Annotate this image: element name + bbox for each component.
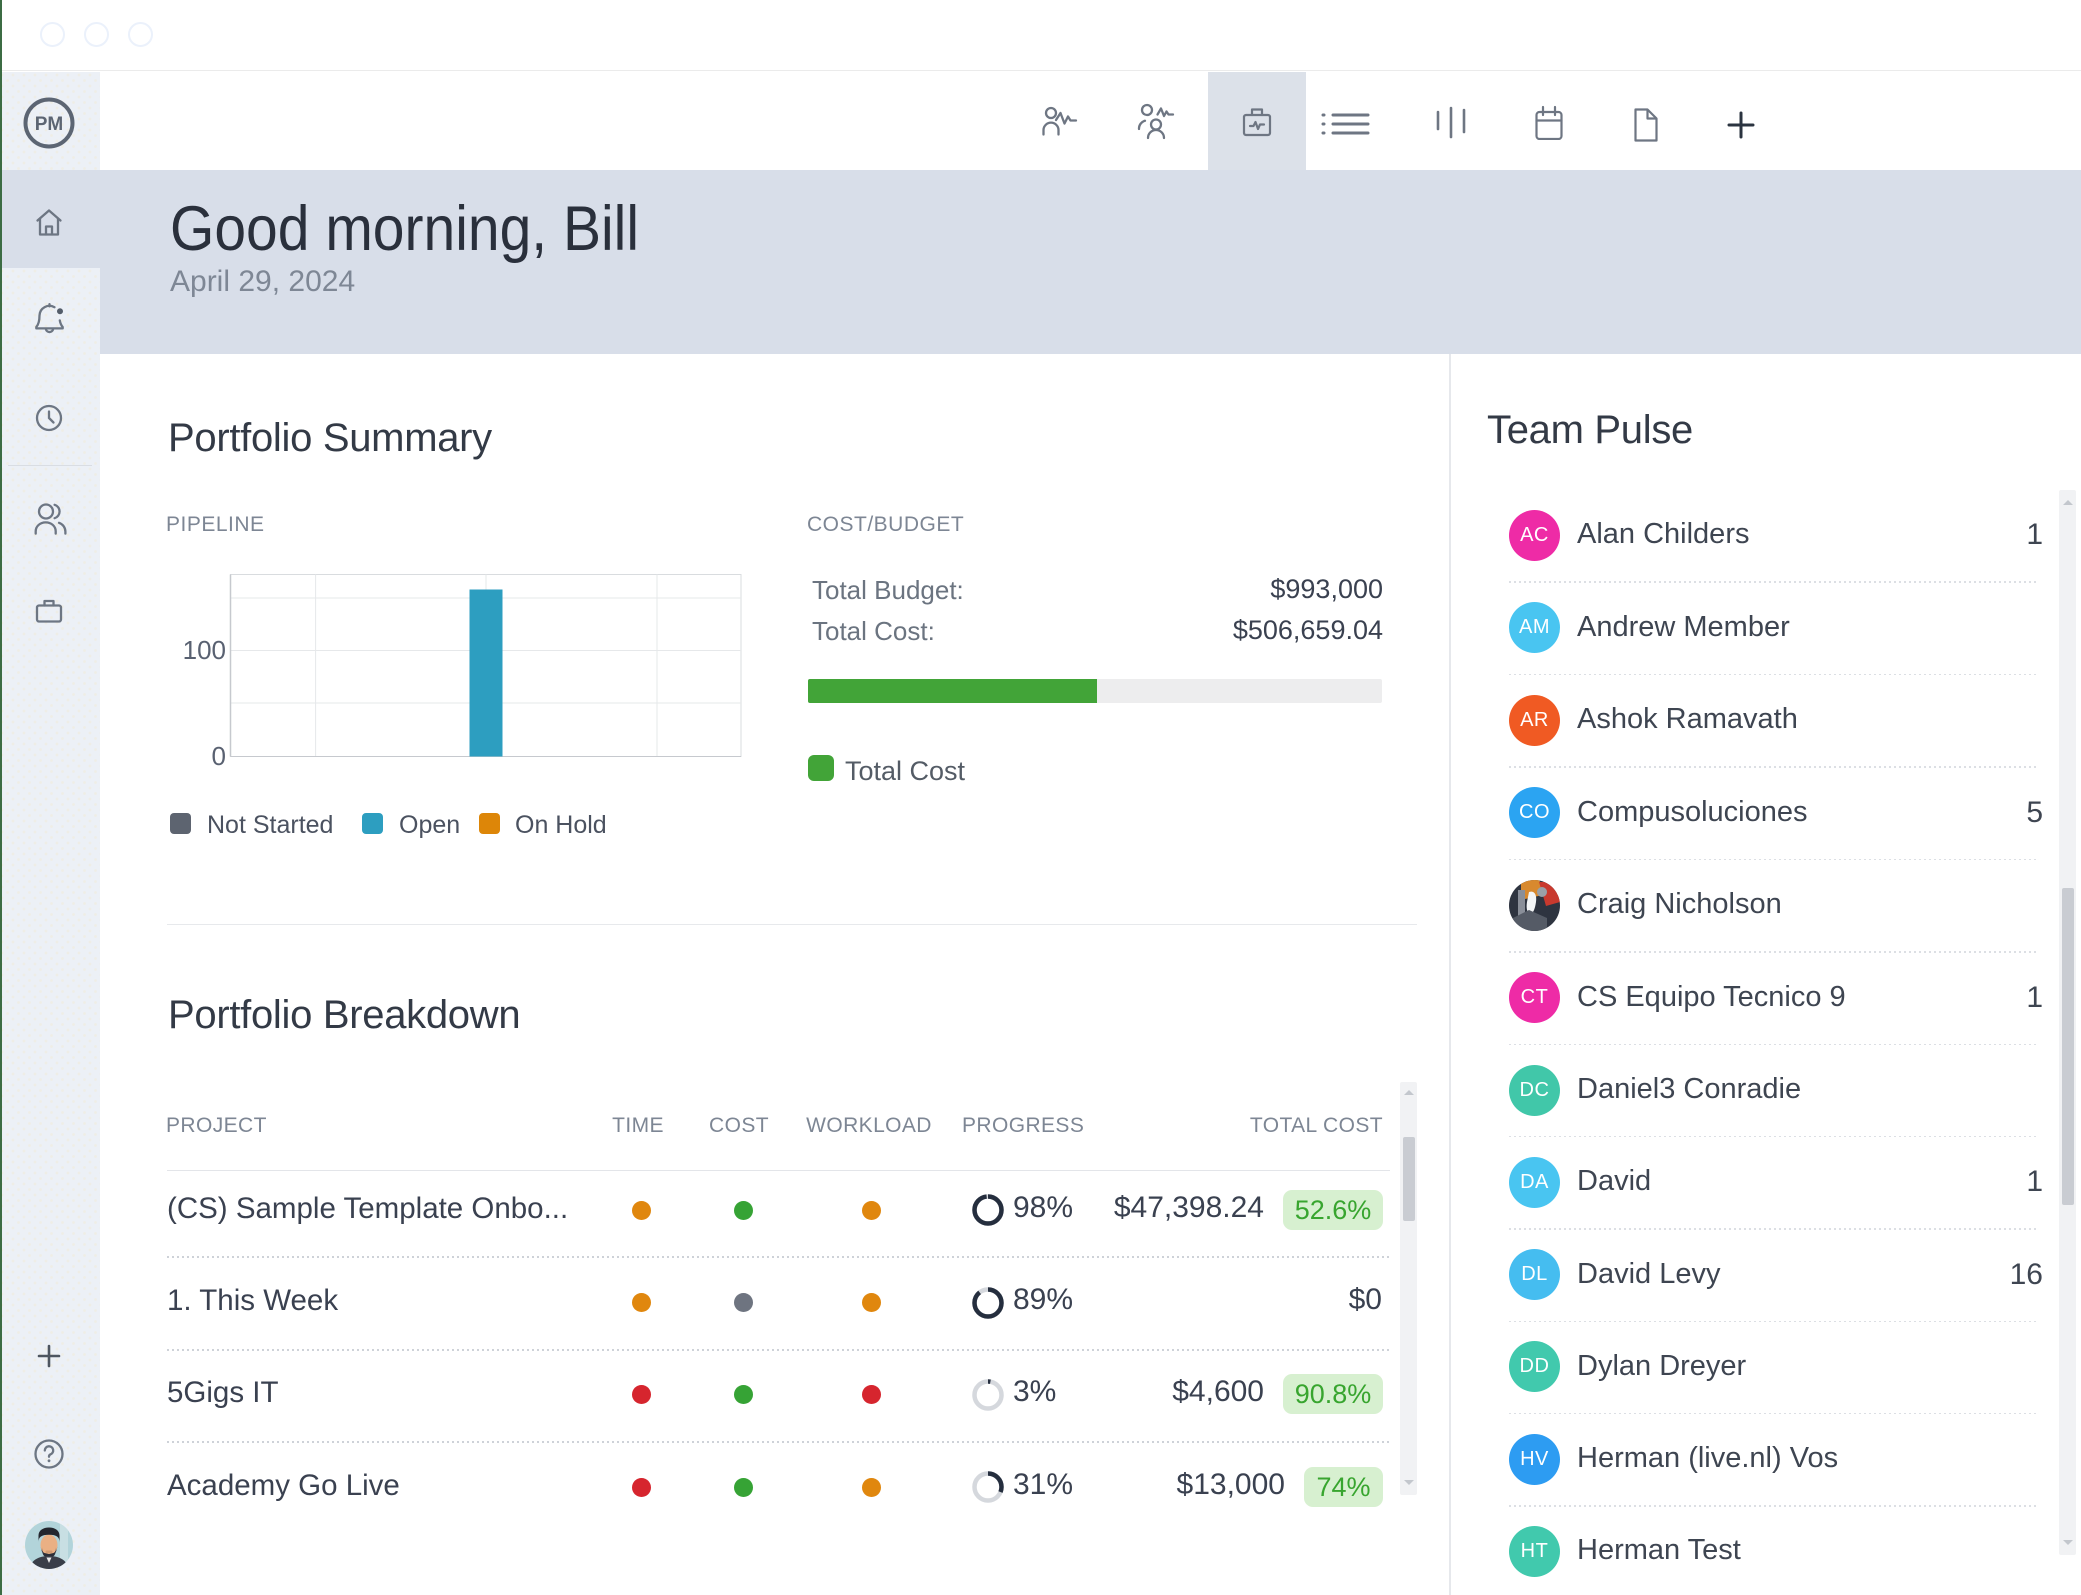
svg-text:PM: PM: [35, 114, 64, 135]
svg-text:100: 100: [183, 635, 226, 665]
svg-text:0: 0: [212, 741, 226, 771]
